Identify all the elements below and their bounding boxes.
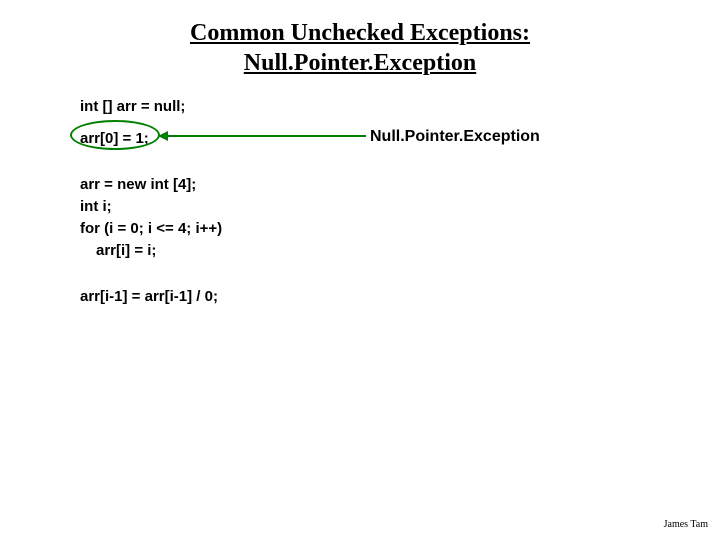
code-line-2: arr[0] = 1; [80,130,222,148]
code-block: int [] arr = null; arr[0] = 1; arr = new… [80,98,222,320]
code-line-7: arr[i-1] = arr[i-1] / 0; [80,288,222,306]
callout-arrow-head-icon [158,131,168,141]
title-line-2: Null.Pointer.Exception [244,50,476,76]
callout-arrow-line [160,135,366,137]
title-line-1: Common Unchecked Exceptions: [190,20,530,46]
code-line-4: int i; [80,198,222,216]
code-line-1: int [] arr = null; [80,98,222,116]
code-line-3: arr = new int [4]; [80,176,222,194]
slide-title: Common Unchecked Exceptions: Null.Pointe… [0,0,720,78]
author-footer: James Tam [664,519,708,530]
code-line-6: arr[i] = i; [80,242,222,260]
exception-callout: Null.Pointer.Exception [370,128,540,146]
code-line-5: for (i = 0; i <= 4; i++) [80,220,222,238]
